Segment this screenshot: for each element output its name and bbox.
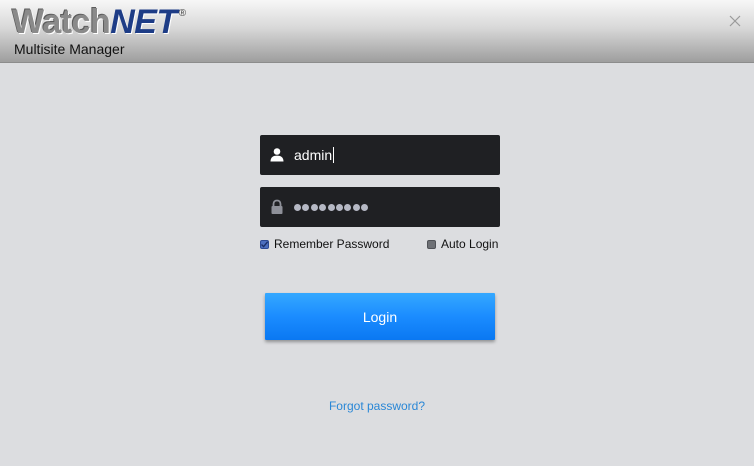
auto-login-checkbox[interactable]: Auto Login: [427, 236, 498, 252]
logo-text-net: NET: [110, 3, 177, 41]
lock-icon: [271, 199, 283, 214]
close-icon: [729, 15, 741, 27]
password-mask-dot: [344, 203, 352, 211]
forgot-password-row: Forgot password?: [0, 399, 754, 413]
remember-password-label: Remember Password: [274, 237, 390, 251]
text-cursor: [333, 147, 335, 164]
password-mask-dot: [294, 203, 301, 211]
title-bar: Watch NET ® Multisite Manager: [0, 0, 754, 63]
password-mask-dot: [361, 203, 369, 211]
password-masked-value: [294, 187, 370, 227]
registered-mark: ®: [178, 8, 187, 19]
login-window: Watch NET ® Multisite Manager admin Reme…: [0, 0, 754, 466]
user-icon: [270, 148, 284, 162]
app-subtitle: Multisite Manager: [14, 41, 125, 57]
password-mask-dot: [352, 203, 360, 211]
username-value: admin: [294, 135, 335, 175]
remember-password-checkbox[interactable]: Remember Password: [260, 236, 389, 252]
logo-text-watch: Watch: [12, 3, 111, 41]
watchnet-logo: Watch NET ®: [12, 4, 186, 40]
auto-login-box[interactable]: [427, 239, 436, 249]
checkmark-icon: [261, 240, 269, 248]
password-field[interactable]: [260, 187, 500, 227]
password-mask-dot: [327, 203, 335, 211]
close-button[interactable]: [728, 14, 742, 28]
password-mask-dot: [302, 203, 310, 211]
forgot-password-link[interactable]: Forgot password?: [329, 399, 425, 413]
password-mask-dot: [310, 203, 318, 211]
remember-password-box[interactable]: [260, 239, 269, 249]
password-mask-dot: [319, 203, 327, 211]
password-dots: [294, 187, 370, 227]
login-button[interactable]: Login: [265, 293, 495, 340]
username-field[interactable]: admin: [260, 135, 500, 175]
username-text: admin: [294, 147, 333, 163]
auto-login-label: Auto Login: [441, 237, 499, 251]
password-mask-dot: [335, 203, 343, 211]
